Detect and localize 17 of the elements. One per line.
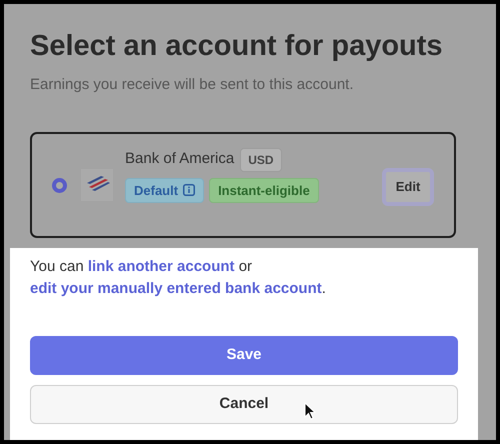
cursor-icon xyxy=(304,402,316,420)
cancel-button[interactable]: Cancel xyxy=(30,385,458,424)
info-icon[interactable] xyxy=(183,184,196,196)
bank-name: Bank of America xyxy=(125,149,234,170)
text-link[interactable]: edit your manually entered bank account xyxy=(30,280,322,297)
currency-badge: USD xyxy=(240,148,282,172)
account-card[interactable]: Bank of America USD Default Instant-eligible Edit xyxy=(30,132,456,238)
radio-button[interactable] xyxy=(52,178,67,192)
page-title: Select an account for payouts xyxy=(30,29,444,64)
instant-badge: Instant-eligible xyxy=(209,178,319,203)
note-text: You can link another account or edit your manually entered bank account. xyxy=(30,257,327,299)
edit-button[interactable]: Edit xyxy=(382,168,434,206)
default-badge: Default xyxy=(125,178,204,203)
flag-logo-icon xyxy=(81,168,113,200)
text-link[interactable]: link another account xyxy=(88,258,235,275)
save-button[interactable]: Save xyxy=(30,336,458,375)
page-subtitle: Earnings you receive will be sent to this account. xyxy=(30,75,355,95)
